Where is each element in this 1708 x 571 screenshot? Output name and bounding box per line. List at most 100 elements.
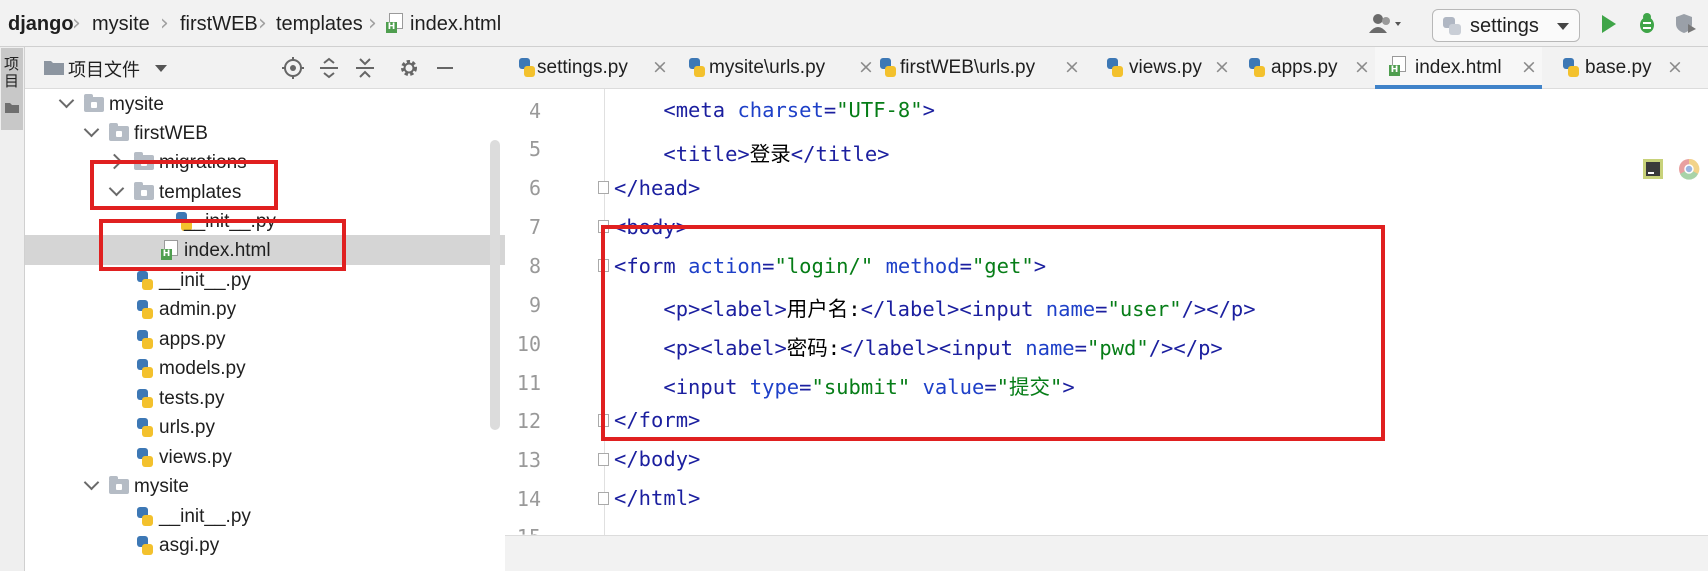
coverage-icon[interactable] <box>1674 12 1698 34</box>
fold-icon[interactable] <box>598 181 609 194</box>
chevron-down-icon[interactable] <box>83 121 100 138</box>
tab-label: firstWEB\urls.py <box>900 57 1036 78</box>
fold-icon[interactable] <box>598 492 609 505</box>
tree-item-file[interactable]: tests.py <box>25 383 505 413</box>
python-file-icon <box>1563 58 1579 78</box>
breadcrumb-item-templates[interactable]: templates <box>276 13 363 36</box>
line-number: 4 <box>528 99 541 123</box>
tab-mysite-urls-py[interactable]: mysite\urls.py × <box>675 47 874 89</box>
tree-item-label: models.py <box>159 358 246 379</box>
breadcrumb-item-project[interactable]: django <box>8 13 74 36</box>
chrome-icon[interactable] <box>1678 158 1700 180</box>
tab-views-py[interactable]: views.py × <box>1099 47 1230 89</box>
gear-icon[interactable] <box>398 57 420 79</box>
python-file-icon <box>137 330 153 350</box>
project-view-title[interactable]: 项目文件 <box>68 56 140 82</box>
editor-tab-bar: settings.py × mysite\urls.py × firstWEB\… <box>505 47 1708 89</box>
run-configuration-select[interactable]: settings <box>1432 9 1580 42</box>
tree-item-folder[interactable]: firstWEB <box>25 118 505 148</box>
breadcrumb-item-mysite[interactable]: mysite <box>92 13 150 36</box>
tree-item-label: asgi.py <box>159 535 220 556</box>
folder-icon <box>5 103 19 113</box>
python-file-icon <box>519 58 535 78</box>
line-number: 12 <box>516 409 541 433</box>
folder-icon <box>84 94 104 112</box>
tree-item-label: tests.py <box>159 388 225 409</box>
chevron-down-icon[interactable] <box>155 65 167 72</box>
code-line[interactable]: </body> <box>614 447 700 471</box>
tab-apps-py[interactable]: apps.py × <box>1241 47 1370 89</box>
tree-item-file[interactable]: urls.py <box>25 412 505 442</box>
breadcrumb-item-firstweb[interactable]: firstWEB <box>180 13 258 36</box>
close-icon[interactable]: × <box>1354 56 1370 78</box>
project-tool-window-button[interactable]: 项目 <box>1 48 23 130</box>
tree-item-label: mysite <box>109 94 164 115</box>
chevron-down-icon[interactable] <box>58 92 75 109</box>
user-dropdown-icon[interactable] <box>1368 13 1406 35</box>
code-token: 登录 <box>749 142 791 166</box>
pycharm-browser-icon[interactable] <box>1642 158 1664 180</box>
tab-label: mysite\urls.py <box>709 57 826 78</box>
line-number: 9 <box>528 293 541 317</box>
tree-item-file[interactable]: models.py <box>25 353 505 383</box>
tree-item-file[interactable]: views.py <box>25 442 505 472</box>
tree-item-label: apps.py <box>159 329 226 350</box>
tree-item-file[interactable]: admin.py <box>25 294 505 324</box>
chevron-down-icon[interactable] <box>83 474 100 491</box>
code-token: "UTF-8" <box>836 98 923 122</box>
line-number: 5 <box>528 137 541 161</box>
tree-item-label: firstWEB <box>134 123 208 144</box>
expand-all-icon[interactable] <box>318 57 340 79</box>
code-token: </head> <box>614 176 701 200</box>
collapse-all-icon[interactable] <box>354 57 376 79</box>
tree-item-label: __init__.py <box>159 270 251 291</box>
html-file-icon: H <box>1389 56 1406 77</box>
python-file-icon <box>137 359 153 379</box>
close-icon[interactable]: × <box>1064 56 1080 78</box>
close-icon[interactable]: × <box>652 56 668 78</box>
line-number: 10 <box>516 332 541 356</box>
code-line[interactable]: </html> <box>614 486 700 510</box>
highlight-box-form-code <box>601 225 1385 441</box>
tree-item-folder[interactable]: mysite <box>25 471 505 501</box>
breadcrumb-item-file[interactable]: index.html <box>410 13 501 36</box>
run-icon[interactable] <box>1600 14 1618 34</box>
code-line[interactable]: </head> <box>614 176 700 200</box>
close-icon[interactable]: × <box>1667 56 1683 78</box>
run-configuration-label: settings <box>1470 15 1539 37</box>
tab-label: index.html <box>1415 57 1502 78</box>
highlight-box-templates <box>90 160 278 210</box>
tree-item-label: __init__.py <box>159 506 251 527</box>
folder-icon <box>109 476 129 494</box>
code-token: <meta <box>663 98 738 122</box>
line-number: 7 <box>528 215 541 239</box>
tab-base-py[interactable]: base.py × <box>1555 47 1685 89</box>
tree-item-file[interactable]: asgi.py <box>25 530 505 560</box>
locate-icon[interactable] <box>282 57 304 79</box>
debug-icon[interactable] <box>1636 12 1658 34</box>
project-tool-label: 项目 <box>4 55 20 90</box>
code-line[interactable]: <meta charset="UTF-8"> <box>614 98 935 122</box>
tab-index-html[interactable]: H index.html × <box>1375 47 1542 89</box>
hide-panel-icon[interactable] <box>435 57 455 79</box>
python-file-icon <box>137 418 153 438</box>
line-number: 8 <box>528 254 541 278</box>
tree-item-folder[interactable]: mysite <box>25 89 505 119</box>
tree-item-file[interactable]: __init__.py <box>25 501 505 531</box>
tree-item-label: admin.py <box>159 299 237 320</box>
tab-settings-py[interactable]: settings.py × <box>505 47 668 89</box>
tree-item-file[interactable]: apps.py <box>25 324 505 354</box>
code-line[interactable]: <title>登录</title> <box>614 137 889 167</box>
python-file-icon <box>137 389 153 409</box>
python-file-icon <box>137 271 153 291</box>
tab-firstweb-urls-py[interactable]: firstWEB\urls.py × <box>870 47 1080 89</box>
line-number: 14 <box>516 487 541 511</box>
chevron-right-icon: › <box>368 11 377 36</box>
tab-label: base.py <box>1585 57 1652 78</box>
close-icon[interactable]: × <box>1214 56 1230 78</box>
python-icon <box>1443 17 1461 35</box>
code-token: </body> <box>614 447 701 471</box>
close-icon[interactable]: × <box>1521 56 1537 78</box>
tree-scrollbar[interactable] <box>490 140 500 430</box>
fold-icon[interactable] <box>598 453 609 466</box>
